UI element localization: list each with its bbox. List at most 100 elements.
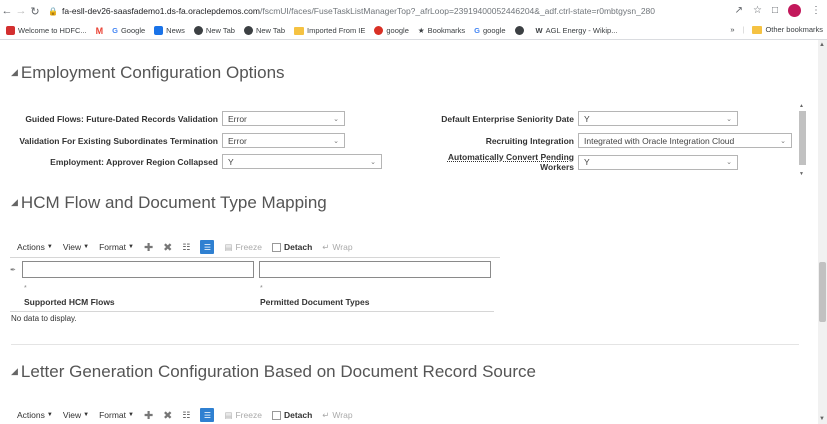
approver-region-select[interactable]: Y ⌄ bbox=[222, 154, 382, 169]
bookmark-label: Google bbox=[120, 26, 146, 35]
add-icon[interactable]: ✚ bbox=[144, 409, 153, 422]
hcm-table-toolbar: Actions ▼ View ▼ Format ▼ ✚ ✖ ☷ ☰ ▤ Freeze D… bbox=[17, 240, 363, 254]
view-menu[interactable]: View ▼ bbox=[63, 410, 89, 420]
caret-down-icon: ▼ bbox=[127, 412, 134, 418]
seniority-date-select[interactable]: Y ⌄ bbox=[578, 111, 738, 126]
wrap-button[interactable]: ↵ Wrap bbox=[322, 242, 352, 253]
detach-icon bbox=[271, 410, 281, 420]
menu-icon[interactable]: ⋮ bbox=[811, 5, 821, 16]
star-icon[interactable]: ☆ bbox=[753, 5, 762, 16]
wrap-button[interactable]: ↵ Wrap bbox=[322, 410, 352, 421]
collapse-icon[interactable]: ◢ bbox=[11, 366, 18, 376]
bookmark-hdfc[interactable]: Welcome to HDFC... bbox=[6, 26, 87, 35]
filter-document-types-input[interactable] bbox=[259, 261, 491, 278]
bookmark-label: Imported From IE bbox=[307, 26, 366, 35]
column-header-supported-flows[interactable]: Supported HCM Flows bbox=[24, 297, 115, 307]
scroll-up-icon[interactable]: ▲ bbox=[799, 103, 804, 109]
button-label: Wrap bbox=[332, 242, 353, 252]
field-approver-region: Employment: Approver Region Collapsed Y ⌄ bbox=[10, 154, 382, 169]
filter-clear-icon[interactable]: ✒ bbox=[10, 266, 16, 274]
bookmark-news[interactable]: News bbox=[154, 26, 185, 35]
add-icon[interactable]: ✚ bbox=[144, 241, 153, 254]
bookmark-newtab-1[interactable]: New Tab bbox=[193, 26, 235, 35]
section-hcm-title[interactable]: ◢ HCM Flow and Document Type Mapping bbox=[11, 193, 327, 213]
column-header-document-types[interactable]: Permitted Document Types bbox=[260, 297, 369, 307]
bookmark-agl[interactable]: W AGL Energy - Wikip... bbox=[536, 26, 618, 35]
bookmark-imported[interactable]: Imported From IE bbox=[294, 26, 365, 35]
scroll-down-icon[interactable]: ▼ bbox=[799, 171, 804, 177]
delete-icon[interactable]: ✖ bbox=[163, 241, 172, 254]
page-scrollbar[interactable]: ▲ ▼ bbox=[818, 40, 827, 424]
scroll-up-icon[interactable]: ▲ bbox=[819, 42, 825, 48]
field-label: Automatically Convert Pending Workers bbox=[380, 152, 574, 172]
subordinates-termination-select[interactable]: Error ⌄ bbox=[222, 133, 345, 148]
reload-icon[interactable]: ↻ bbox=[28, 5, 42, 18]
lock-icon[interactable]: 🔒 bbox=[48, 7, 58, 16]
share-icon[interactable]: ↗ bbox=[735, 5, 743, 16]
forward-icon[interactable]: → bbox=[14, 5, 28, 17]
scroll-thumb[interactable] bbox=[819, 262, 826, 322]
view-menu[interactable]: View ▼ bbox=[63, 242, 89, 252]
detach-button[interactable]: Detach bbox=[271, 242, 312, 252]
recruiting-integration-select[interactable]: Integrated with Oracle Integration Cloud… bbox=[578, 133, 792, 148]
select-value: Integrated with Oracle Integration Cloud bbox=[584, 135, 735, 146]
browser-address-bar: ← → ↻ 🔒 fa-esll-dev26-saasfademo1.ds-fa.… bbox=[0, 0, 827, 22]
detach-button[interactable]: Detach bbox=[271, 410, 313, 420]
bookmark-newtab-2[interactable]: New Tab bbox=[243, 26, 285, 35]
convert-pending-workers-select[interactable]: Y ⌄ bbox=[578, 154, 738, 170]
empty-table-message: No data to display. bbox=[11, 314, 77, 323]
folder-icon bbox=[752, 25, 763, 34]
bookmark-google[interactable]: G Google bbox=[112, 26, 145, 35]
delete-icon[interactable]: ✖ bbox=[163, 409, 172, 422]
form-scrollbar[interactable]: ▲ ▼ bbox=[798, 103, 807, 177]
menu-label: Format bbox=[99, 242, 126, 252]
section-letter-title[interactable]: ◢ Letter Generation Configuration Based o… bbox=[11, 362, 536, 382]
bookmark-bookmarks[interactable]: ★ Bookmarks bbox=[418, 26, 465, 35]
section-employment-title[interactable]: ◢ Employment Configuration Options bbox=[11, 63, 285, 83]
button-label: Detach bbox=[283, 410, 313, 420]
required-marker: * bbox=[260, 285, 263, 292]
query-by-example-icon[interactable]: ☰ bbox=[200, 408, 215, 422]
columns-icon[interactable]: ☷ bbox=[182, 242, 190, 253]
future-dated-validation-select[interactable]: Error ⌄ bbox=[222, 111, 345, 126]
url-field[interactable]: fa-esll-dev26-saasfademo1.ds-fa.oraclepd… bbox=[62, 6, 682, 16]
bookmark-google-red[interactable]: google bbox=[374, 26, 409, 35]
freeze-button[interactable]: ▤ Freeze bbox=[224, 242, 262, 253]
scroll-down-icon[interactable]: ▼ bbox=[819, 416, 825, 422]
query-by-example-icon[interactable]: ☰ bbox=[200, 240, 215, 254]
url-host: fa-esll-dev26-saasfademo1.ds-fa.oraclepd… bbox=[62, 6, 260, 16]
table-divider bbox=[10, 311, 494, 312]
field-label: Validation For Existing Subordinates Ter… bbox=[19, 135, 218, 146]
google-icon: G bbox=[112, 26, 118, 35]
select-value: Y bbox=[228, 156, 234, 167]
field-future-dated-validation: Guided Flows: Future-Dated Records Valid… bbox=[10, 111, 345, 126]
bookmarks-overflow-icon[interactable]: » bbox=[730, 25, 734, 34]
bookmark-globe[interactable] bbox=[514, 26, 527, 35]
caret-down-icon: ▼ bbox=[127, 244, 134, 250]
chevron-down-icon: ⌄ bbox=[726, 115, 732, 123]
bookmark-label: Welcome to HDFC... bbox=[18, 26, 87, 35]
sidepanel-icon[interactable]: □ bbox=[772, 5, 778, 16]
columns-icon[interactable]: ☷ bbox=[182, 410, 190, 421]
profile-avatar[interactable] bbox=[788, 4, 801, 17]
scroll-thumb[interactable] bbox=[799, 111, 806, 165]
format-menu[interactable]: Format ▼ bbox=[99, 410, 134, 420]
collapse-icon[interactable]: ◢ bbox=[11, 67, 18, 77]
other-bookmarks[interactable]: Other bookmarks bbox=[752, 25, 823, 34]
gmail-icon: M bbox=[95, 25, 104, 36]
bookmarks-bar: Welcome to HDFC... M G Google News New Ta… bbox=[0, 22, 827, 40]
bookmark-gmail[interactable]: M bbox=[96, 26, 104, 36]
button-label: Freeze bbox=[235, 410, 262, 420]
menu-label: Actions bbox=[17, 410, 45, 420]
freeze-button[interactable]: ▤ Freeze bbox=[224, 410, 262, 421]
actions-menu[interactable]: Actions ▼ bbox=[17, 242, 53, 252]
bookmark-label: AGL Energy - Wikip... bbox=[545, 26, 618, 35]
filter-supported-flows-input[interactable] bbox=[22, 261, 254, 278]
format-menu[interactable]: Format ▼ bbox=[99, 242, 134, 252]
bookmark-google-2[interactable]: Ggoogle bbox=[474, 26, 505, 35]
back-icon[interactable]: ← bbox=[0, 5, 14, 17]
collapse-icon[interactable]: ◢ bbox=[11, 197, 18, 207]
chevron-down-icon: ⌄ bbox=[333, 115, 339, 123]
caret-down-icon: ▼ bbox=[46, 244, 53, 250]
actions-menu[interactable]: Actions ▼ bbox=[17, 410, 53, 420]
